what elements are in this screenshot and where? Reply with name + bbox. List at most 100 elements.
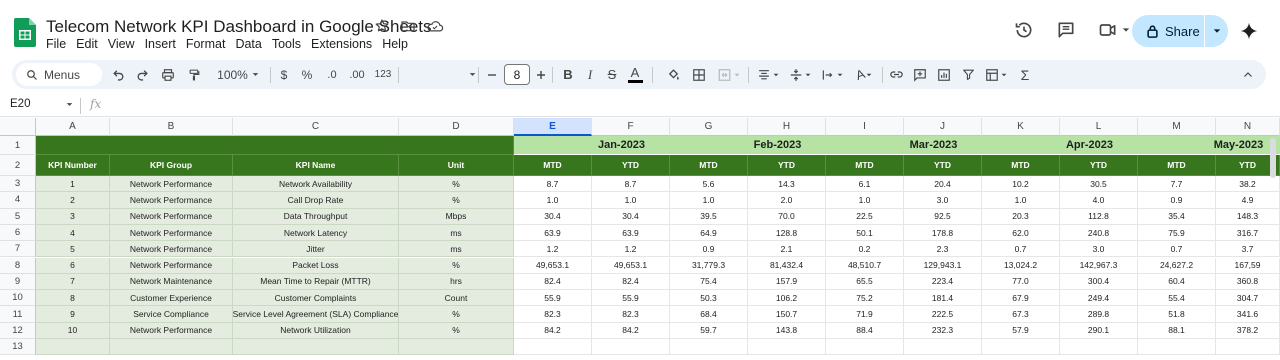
mtd-value-cell[interactable]: 84.2 <box>514 322 592 339</box>
kpi-group-cell[interactable]: Network Performance <box>110 322 233 339</box>
row-header-4[interactable]: 4 <box>0 192 36 209</box>
ytd-value-cell[interactable]: 157.9 <box>748 273 826 291</box>
ytd-value-cell[interactable]: 14.3 <box>748 176 826 193</box>
mtd-value-cell[interactable]: 68.4 <box>670 306 748 323</box>
ytd-value-cell[interactable]: 49,653.1 <box>592 257 670 274</box>
insert-comment-button[interactable] <box>910 60 930 89</box>
column-header-a[interactable]: A <box>36 118 110 136</box>
empty-cell[interactable] <box>1216 339 1280 356</box>
kpi-group-cell[interactable]: Service Compliance <box>110 306 233 323</box>
column-header-l[interactable]: L <box>1060 118 1138 136</box>
decrease-font-size-button[interactable] <box>484 60 500 89</box>
borders-button[interactable] <box>688 60 710 89</box>
unit-cell[interactable]: % <box>399 192 514 209</box>
ytd-value-cell[interactable]: 341.6 <box>1216 306 1280 323</box>
ytd-value-cell[interactable]: 84.2 <box>592 322 670 339</box>
ytd-value-cell[interactable]: 82.4 <box>592 273 670 291</box>
row-header-8[interactable]: 8 <box>0 257 36 274</box>
mtd-value-cell[interactable]: 88.4 <box>826 322 904 339</box>
ytd-value-cell[interactable]: 112.8 <box>1060 208 1138 225</box>
ytd-value-cell[interactable]: 20.4 <box>904 176 982 193</box>
kpi-group-cell[interactable]: Network Performance <box>110 257 233 274</box>
mtd-value-cell[interactable]: 1.2 <box>514 241 592 258</box>
ytd-value-cell[interactable]: 300.4 <box>1060 273 1138 291</box>
insert-chart-button[interactable] <box>934 60 954 89</box>
kpi-number-cell[interactable]: 10 <box>36 322 110 339</box>
mtd-value-cell[interactable]: 1.0 <box>670 192 748 209</box>
mtd-value-cell[interactable]: 51.8 <box>1138 306 1216 323</box>
row-header-6[interactable]: 6 <box>0 224 36 242</box>
share-options-button[interactable] <box>1205 15 1228 47</box>
unit-cell[interactable]: ms <box>399 224 514 242</box>
kpi-name-cell[interactable]: Network Availability <box>233 176 399 193</box>
move-to-folder-icon[interactable] <box>400 18 416 34</box>
column-header-h[interactable]: H <box>748 118 826 136</box>
row-header-2[interactable]: 2 <box>0 155 36 176</box>
sheets-logo-icon[interactable] <box>14 18 36 47</box>
functions-button[interactable]: Σ <box>1015 60 1035 89</box>
unit-cell[interactable]: Mbps <box>399 208 514 225</box>
ytd-value-cell[interactable]: 222.5 <box>904 306 982 323</box>
empty-cell[interactable] <box>904 339 982 356</box>
header-kpi-number[interactable]: KPI Number <box>36 155 110 176</box>
ytd-value-cell[interactable]: 232.3 <box>904 322 982 339</box>
cloud-saved-icon[interactable] <box>426 18 444 34</box>
vertical-scrollbar[interactable] <box>1270 138 1276 178</box>
row-header-10[interactable]: 10 <box>0 290 36 307</box>
mtd-value-cell[interactable]: 31,779.3 <box>670 257 748 274</box>
empty-cell[interactable] <box>233 339 399 356</box>
row-header-1[interactable]: 1 <box>0 136 36 155</box>
column-header-i[interactable]: I <box>826 118 904 136</box>
header-ytd[interactable]: YTD <box>592 155 670 176</box>
kpi-number-cell[interactable]: 8 <box>36 290 110 307</box>
empty-cell[interactable] <box>748 339 826 356</box>
row-header-5[interactable]: 5 <box>0 208 36 225</box>
header-kpi-name[interactable]: KPI Name <box>233 155 399 176</box>
mtd-value-cell[interactable]: 50.1 <box>826 224 904 242</box>
mtd-value-cell[interactable]: 6.1 <box>826 176 904 193</box>
kpi-name-cell[interactable]: Jitter <box>233 241 399 258</box>
ytd-value-cell[interactable]: 150.7 <box>748 306 826 323</box>
kpi-number-cell[interactable]: 1 <box>36 176 110 193</box>
italic-button[interactable]: I <box>580 60 600 89</box>
chevron-down-icon[interactable] <box>66 101 73 108</box>
ytd-value-cell[interactable]: 1.2 <box>592 241 670 258</box>
unit-cell[interactable]: ms <box>399 241 514 258</box>
row-header-3[interactable]: 3 <box>0 176 36 193</box>
ytd-value-cell[interactable]: 304.7 <box>1216 290 1280 307</box>
mtd-value-cell[interactable]: 77.0 <box>982 273 1060 291</box>
ytd-value-cell[interactable]: 128.8 <box>748 224 826 242</box>
mtd-value-cell[interactable]: 60.4 <box>1138 273 1216 291</box>
insert-link-button[interactable] <box>886 60 906 89</box>
mtd-value-cell[interactable]: 7.7 <box>1138 176 1216 193</box>
column-header-b[interactable]: B <box>110 118 233 136</box>
mtd-value-cell[interactable]: 71.9 <box>826 306 904 323</box>
empty-cell[interactable] <box>670 339 748 356</box>
menu-tools[interactable]: Tools <box>272 37 306 51</box>
ytd-value-cell[interactable]: 92.5 <box>904 208 982 225</box>
kpi-number-cell[interactable]: 2 <box>36 192 110 209</box>
mtd-value-cell[interactable]: 75.9 <box>1138 224 1216 242</box>
row-header-12[interactable]: 12 <box>0 322 36 339</box>
ytd-value-cell[interactable]: 30.5 <box>1060 176 1138 193</box>
ytd-value-cell[interactable]: 81,432.4 <box>748 257 826 274</box>
spreadsheet-grid[interactable]: A B C D E F G H I J K L M N 1 2 3 4 5 6 7 8 9 10 11 12 13 Jan-2023 F… <box>0 118 1280 360</box>
decrease-decimal-button[interactable]: .0 <box>322 60 342 89</box>
row-header-9[interactable]: 9 <box>0 273 36 291</box>
column-header-j[interactable]: J <box>904 118 982 136</box>
mtd-value-cell[interactable]: 55.4 <box>1138 290 1216 307</box>
ytd-value-cell[interactable]: 2.0 <box>748 192 826 209</box>
ytd-value-cell[interactable]: 378.2 <box>1216 322 1280 339</box>
header-unit[interactable]: Unit <box>399 155 514 176</box>
unit-cell[interactable]: % <box>399 306 514 323</box>
mtd-value-cell[interactable]: 20.3 <box>982 208 1060 225</box>
ytd-value-cell[interactable]: 38.2 <box>1216 176 1280 193</box>
mtd-value-cell[interactable]: 30.4 <box>514 208 592 225</box>
select-all-corner[interactable] <box>0 118 36 136</box>
merge-cells-button[interactable] <box>714 60 742 89</box>
kpi-number-cell[interactable]: 6 <box>36 257 110 274</box>
ytd-value-cell[interactable]: 290.1 <box>1060 322 1138 339</box>
kpi-number-cell[interactable]: 9 <box>36 306 110 323</box>
unit-cell[interactable]: Count <box>399 290 514 307</box>
empty-cell[interactable] <box>982 339 1060 356</box>
